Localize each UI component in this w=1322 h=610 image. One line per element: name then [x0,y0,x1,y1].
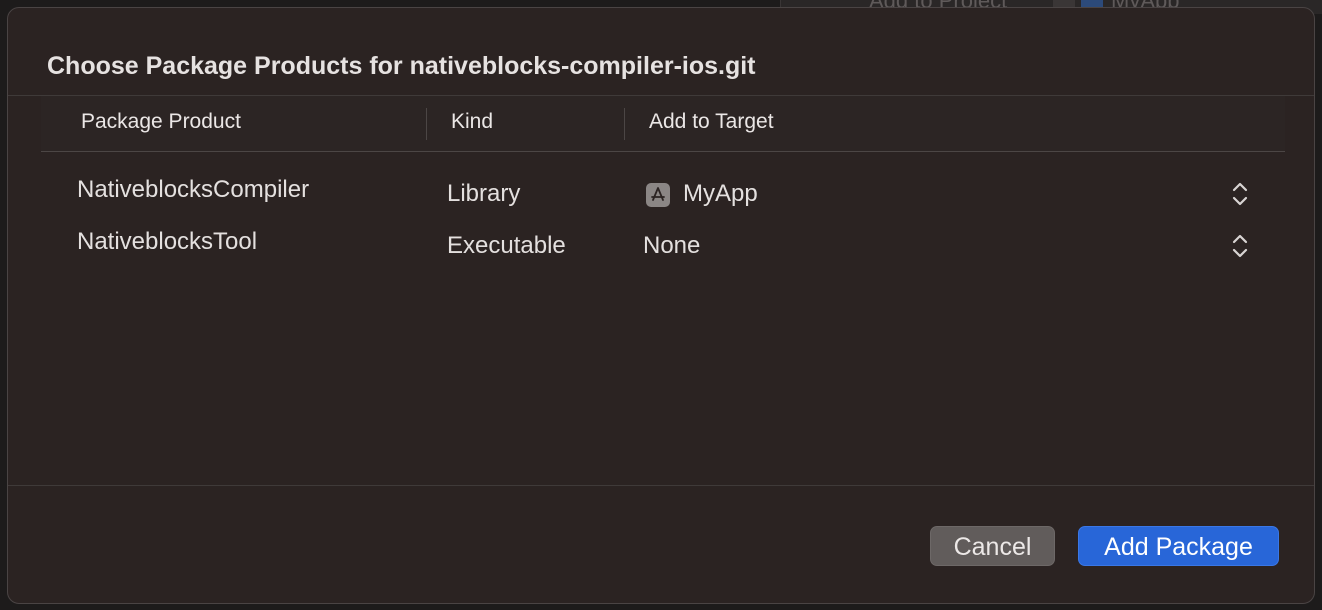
target-name: None [643,232,701,259]
app-icon [646,183,670,207]
add-package-button[interactable]: Add Package [1078,526,1279,566]
column-divider[interactable] [426,108,427,140]
dialog-title: Choose Package Products for nativeblocks… [47,52,756,80]
table-row[interactable]: NativeblocksCompiler Library MyApp [41,170,1285,218]
table-row[interactable]: NativeblocksTool Executable None [41,222,1285,270]
product-kind: Library [447,180,521,207]
column-header-package-product[interactable]: Package Product [81,110,241,134]
table-header: Package Product Kind Add to Target [41,96,1285,152]
footer-divider [8,485,1314,486]
column-divider[interactable] [624,108,625,140]
target-popup-button[interactable]: MyApp [641,170,1261,218]
product-kind: Executable [447,232,566,259]
header-divider [41,151,1285,152]
product-name: NativeblocksCompiler [77,176,310,203]
chevron-up-down-icon [1232,232,1248,260]
target-name: MyApp [683,180,758,207]
target-popup-button[interactable]: None [641,222,1261,270]
chevron-up-down-icon [1232,180,1248,208]
product-name: NativeblocksTool [77,228,258,255]
cancel-button[interactable]: Cancel [930,526,1055,566]
column-header-kind[interactable]: Kind [451,110,493,134]
column-header-add-to-target[interactable]: Add to Target [649,110,774,134]
package-products-dialog: Choose Package Products for nativeblocks… [7,7,1315,604]
